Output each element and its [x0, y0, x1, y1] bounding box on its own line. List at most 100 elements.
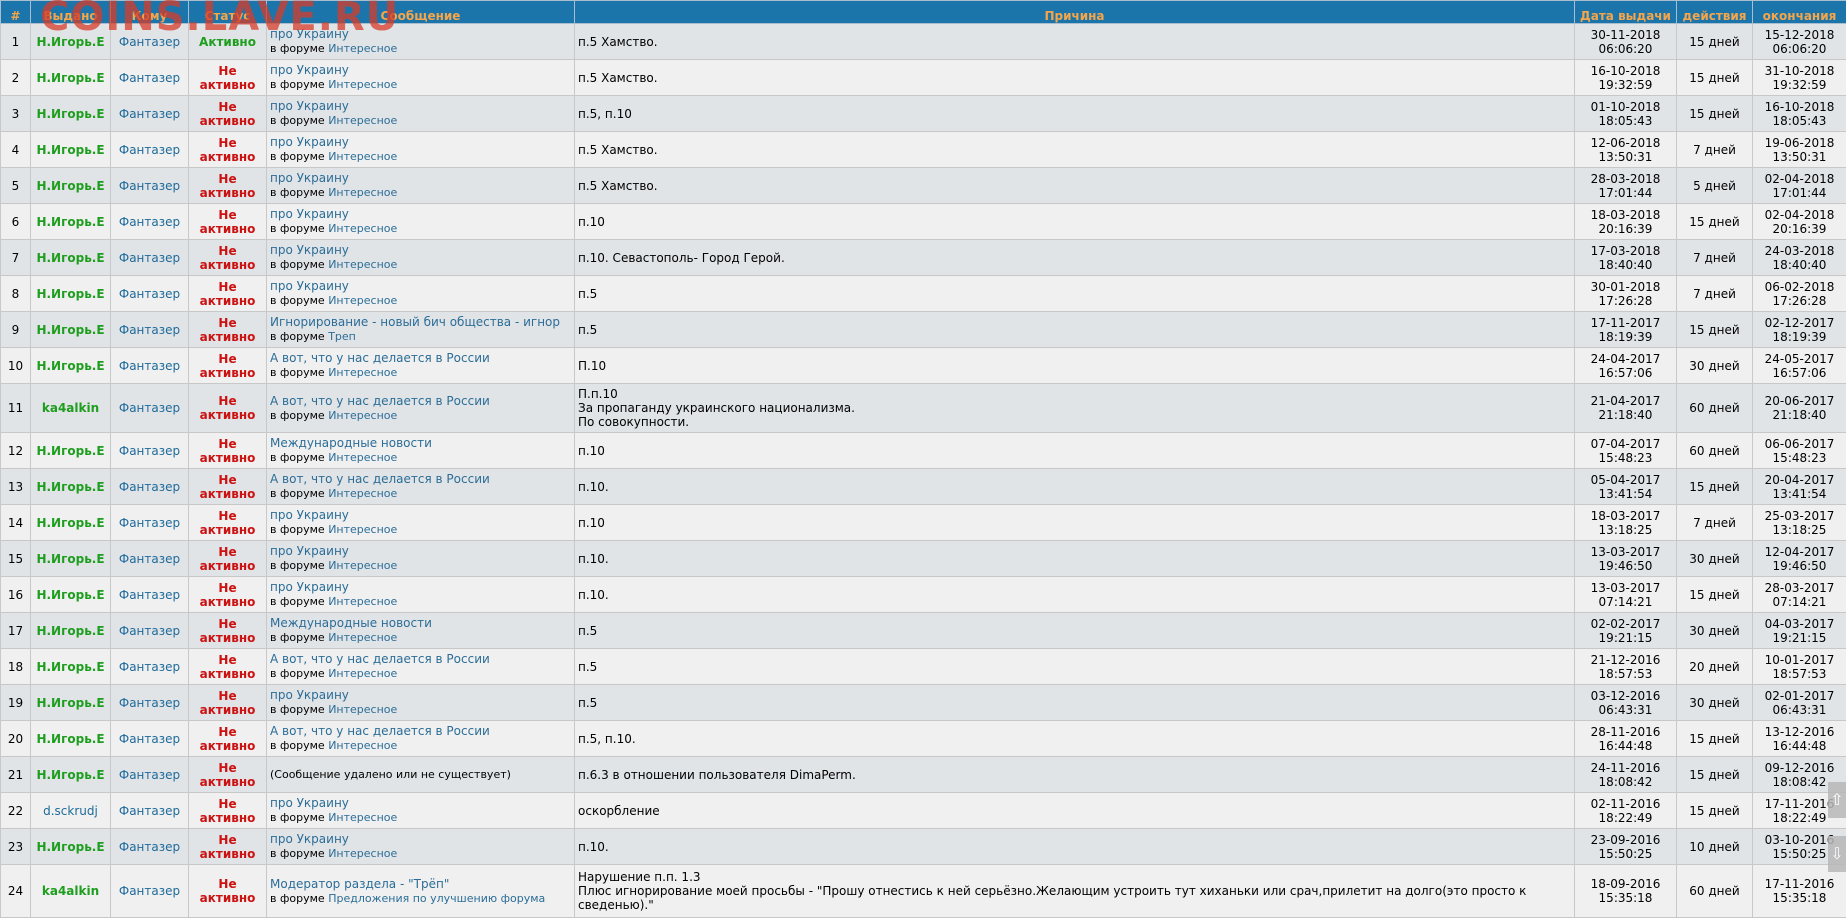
- topic-link[interactable]: Игнорирование - новый бич общества - игн…: [270, 315, 560, 329]
- issuer-link[interactable]: Н.Игорь.Е: [31, 276, 111, 312]
- topic-link[interactable]: Модератор раздела - "Трёп": [270, 877, 449, 891]
- topic-link[interactable]: про Украину: [270, 243, 349, 257]
- col-duration[interactable]: действия: [1677, 1, 1753, 24]
- issuer-link[interactable]: Н.Игорь.Е: [31, 433, 111, 469]
- recipient-link[interactable]: Фантазер: [111, 348, 189, 384]
- forum-link[interactable]: Интересное: [328, 294, 397, 307]
- scroll-down-icon[interactable]: ⇩: [1828, 836, 1846, 872]
- issuer-link[interactable]: Н.Игорь.Е: [31, 757, 111, 793]
- forum-link[interactable]: Интересное: [328, 703, 397, 716]
- issuer-link[interactable]: Н.Игорь.Е: [31, 649, 111, 685]
- recipient-link[interactable]: Фантазер: [111, 613, 189, 649]
- recipient-link[interactable]: Фантазер: [111, 276, 189, 312]
- topic-link[interactable]: про Украину: [270, 99, 349, 113]
- recipient-link[interactable]: Фантазер: [111, 433, 189, 469]
- scroll-up-icon[interactable]: ⇧: [1828, 782, 1846, 818]
- issuer-link[interactable]: Н.Игорь.Е: [31, 613, 111, 649]
- issuer-link[interactable]: Н.Игорь.Е: [31, 60, 111, 96]
- recipient-link[interactable]: Фантазер: [111, 60, 189, 96]
- forum-link[interactable]: Интересное: [328, 595, 397, 608]
- topic-link[interactable]: про Украину: [270, 832, 349, 846]
- forum-link[interactable]: Интересное: [328, 847, 397, 860]
- forum-link[interactable]: Интересное: [328, 451, 397, 464]
- recipient-link[interactable]: Фантазер: [111, 312, 189, 348]
- forum-link[interactable]: Интересное: [328, 258, 397, 271]
- recipient-link[interactable]: Фантазер: [111, 793, 189, 829]
- topic-link[interactable]: про Украину: [270, 279, 349, 293]
- issuer-link[interactable]: ka4alkin: [31, 384, 111, 433]
- forum-link[interactable]: Интересное: [328, 487, 397, 500]
- forum-link[interactable]: Интересное: [328, 559, 397, 572]
- topic-link[interactable]: про Украину: [270, 580, 349, 594]
- recipient-link[interactable]: Фантазер: [111, 865, 189, 918]
- forum-link[interactable]: Интересное: [328, 78, 397, 91]
- col-date[interactable]: Дата выдачи: [1575, 1, 1677, 24]
- topic-link[interactable]: А вот, что у нас делается в России: [270, 724, 490, 738]
- recipient-link[interactable]: Фантазер: [111, 721, 189, 757]
- recipient-link[interactable]: Фантазер: [111, 384, 189, 433]
- forum-link[interactable]: Интересное: [328, 667, 397, 680]
- recipient-link[interactable]: Фантазер: [111, 757, 189, 793]
- forum-link[interactable]: Интересное: [328, 222, 397, 235]
- issuer-link[interactable]: ka4alkin: [31, 865, 111, 918]
- recipient-link[interactable]: Фантазер: [111, 132, 189, 168]
- recipient-link[interactable]: Фантазер: [111, 469, 189, 505]
- recipient-link[interactable]: Фантазер: [111, 505, 189, 541]
- topic-link[interactable]: про Украину: [270, 135, 349, 149]
- topic-link[interactable]: про Украину: [270, 796, 349, 810]
- issuer-link[interactable]: Н.Игорь.Е: [31, 240, 111, 276]
- issuer-link[interactable]: d.sckrudj: [31, 793, 111, 829]
- issuer-link[interactable]: Н.Игорь.Е: [31, 541, 111, 577]
- topic-link[interactable]: про Украину: [270, 207, 349, 221]
- forum-link[interactable]: Интересное: [328, 631, 397, 644]
- topic-link[interactable]: А вот, что у нас делается в России: [270, 472, 490, 486]
- forum-link[interactable]: Интересное: [328, 739, 397, 752]
- forum-link[interactable]: Треп: [328, 330, 356, 343]
- col-reason[interactable]: Причина: [575, 1, 1575, 24]
- recipient-link[interactable]: Фантазер: [111, 685, 189, 721]
- issuer-link[interactable]: Н.Игорь.Е: [31, 204, 111, 240]
- topic-link[interactable]: про Украину: [270, 688, 349, 702]
- topic-link[interactable]: А вот, что у нас делается в России: [270, 652, 490, 666]
- topic-link[interactable]: про Украину: [270, 171, 349, 185]
- recipient-link[interactable]: Фантазер: [111, 240, 189, 276]
- issuer-link[interactable]: Н.Игорь.Е: [31, 829, 111, 865]
- recipient-link[interactable]: Фантазер: [111, 204, 189, 240]
- topic-link[interactable]: Международные новости: [270, 436, 432, 450]
- topic-link[interactable]: Международные новости: [270, 616, 432, 630]
- issuer-link[interactable]: Н.Игорь.Е: [31, 469, 111, 505]
- issuer-link[interactable]: Н.Игорь.Е: [31, 348, 111, 384]
- forum-link[interactable]: Интересное: [328, 150, 397, 163]
- issuer-link[interactable]: Н.Игорь.Е: [31, 577, 111, 613]
- issuer-link[interactable]: Н.Игорь.Е: [31, 505, 111, 541]
- recipient-link[interactable]: Фантазер: [111, 649, 189, 685]
- topic-link[interactable]: про Украину: [270, 508, 349, 522]
- issuer-link[interactable]: Н.Игорь.Е: [31, 132, 111, 168]
- topic-link[interactable]: про Украину: [270, 544, 349, 558]
- recipient-link[interactable]: Фантазер: [111, 577, 189, 613]
- issuer-link[interactable]: Н.Игорь.Е: [31, 721, 111, 757]
- col-num[interactable]: #: [1, 1, 31, 24]
- forum-link[interactable]: Интересное: [328, 186, 397, 199]
- recipient-link[interactable]: Фантазер: [111, 96, 189, 132]
- issuer-link[interactable]: Н.Игорь.Е: [31, 685, 111, 721]
- forum-link[interactable]: Интересное: [328, 811, 397, 824]
- forum-link[interactable]: Предложения по улучшению форума: [328, 892, 545, 905]
- issuer-link[interactable]: Н.Игорь.Е: [31, 312, 111, 348]
- forum-link[interactable]: Интересное: [328, 114, 397, 127]
- recipient-link[interactable]: Фантазер: [111, 168, 189, 204]
- issuer-link[interactable]: Н.Игорь.Е: [31, 168, 111, 204]
- recipient-link[interactable]: Фантазер: [111, 541, 189, 577]
- status-badge: Неактивно: [189, 96, 267, 132]
- recipient-link[interactable]: Фантазер: [111, 829, 189, 865]
- topic-link[interactable]: А вот, что у нас делается в России: [270, 351, 490, 365]
- issuer-link[interactable]: Н.Игорь.Е: [31, 96, 111, 132]
- topic-link[interactable]: про Украину: [270, 63, 349, 77]
- forum-link[interactable]: Интересное: [328, 42, 397, 55]
- forum-link[interactable]: Интересное: [328, 409, 397, 422]
- forum-link[interactable]: Интересное: [328, 366, 397, 379]
- col-end[interactable]: окончания: [1753, 1, 1846, 24]
- forum-link[interactable]: Интересное: [328, 523, 397, 536]
- topic-link[interactable]: А вот, что у нас делается в России: [270, 394, 490, 408]
- message-cell: А вот, что у нас делается в Россиив фору…: [267, 469, 575, 505]
